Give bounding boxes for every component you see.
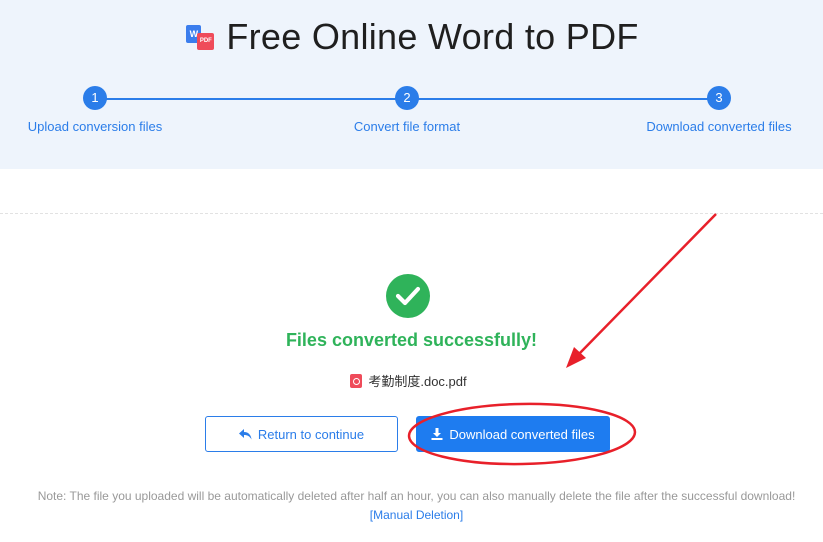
download-converted-files-button[interactable]: Download converted files (416, 416, 610, 452)
download-icon (431, 428, 443, 440)
step-label: Download converted files (646, 119, 792, 134)
converted-file: 考勤制度.doc.pdf (0, 371, 823, 390)
title-row: W PDF Free Online Word to PDF (0, 14, 823, 60)
logo-pdf-badge: PDF (197, 33, 215, 50)
section-divider (0, 213, 823, 214)
step-number-badge: 1 (83, 86, 107, 110)
step-label: Convert file format (353, 119, 461, 134)
step-label: Upload conversion files (27, 119, 163, 134)
step-convert: 2 Convert file format (307, 86, 507, 134)
step-number-badge: 2 (395, 86, 419, 110)
step-download: 3 Download converted files (619, 86, 819, 134)
reply-arrow-icon (238, 428, 252, 439)
step-number-badge: 3 (707, 86, 731, 110)
progress-steps: 1 Upload conversion files 2 Convert file… (0, 86, 823, 146)
step-upload: 1 Upload conversion files (0, 86, 195, 134)
file-name: 考勤制度.doc.pdf (368, 374, 467, 389)
return-button-label: Return to continue (257, 426, 365, 442)
download-button-label: Download converted files (449, 426, 595, 442)
manual-deletion-link[interactable]: [Manual Deletion] (0, 508, 823, 522)
word-to-pdf-logo-icon: W PDF (184, 22, 216, 52)
pdf-file-icon (350, 373, 363, 388)
page-title: Free Online Word to PDF (226, 16, 639, 57)
return-to-continue-button[interactable]: Return to continue (205, 416, 398, 452)
check-circle-icon (386, 274, 430, 318)
success-message: Files converted successfully! (285, 330, 538, 350)
auto-delete-note: Note: The file you uploaded will be auto… (37, 489, 796, 503)
header-banner: W PDF Free Online Word to PDF 1 Upload c… (0, 0, 823, 169)
